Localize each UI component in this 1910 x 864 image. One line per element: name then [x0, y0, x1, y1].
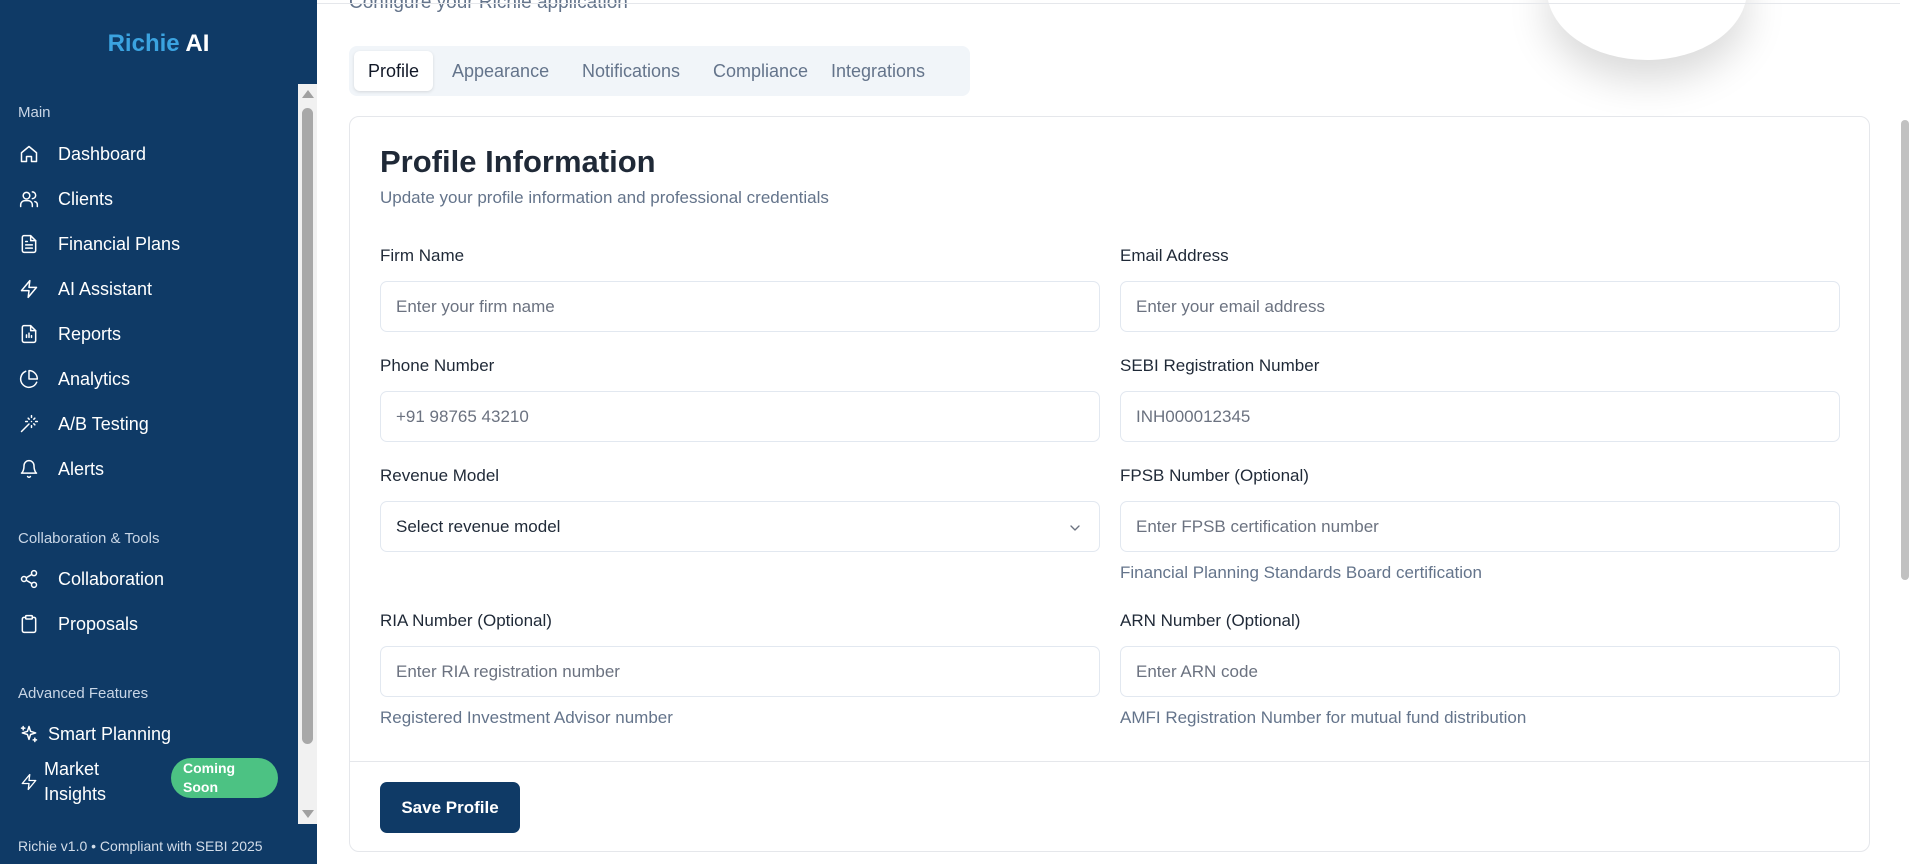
sidebar: Richie AI Main Dashboard Clients Financi…: [0, 0, 317, 864]
sidebar-item-label: Proposals: [58, 613, 139, 634]
sidebar-item-label: Smart Planning: [48, 723, 172, 744]
sebi-label: SEBI Registration Number: [1120, 356, 1320, 375]
revenue-model-value: Select revenue model: [396, 516, 561, 536]
sidebar-item-analytics[interactable]: Analytics: [0, 359, 298, 399]
section-label-main: Main: [18, 104, 51, 121]
firm-name-label: Firm Name: [380, 246, 465, 265]
sidebar-footer: Richie v1.0 • Compliant with SEBI 2025: [18, 838, 263, 854]
sidebar-item-proposals[interactable]: Proposals: [0, 604, 298, 644]
save-profile-button[interactable]: Save Profile: [380, 782, 520, 833]
floating-shadow: [1547, 0, 1747, 60]
main-scrollbar[interactable]: [1900, 0, 1910, 864]
email-label: Email Address: [1120, 246, 1229, 265]
pie-chart-icon: [18, 368, 40, 390]
tab-profile[interactable]: Profile: [354, 51, 434, 91]
profile-card: Profile Information Update your profile …: [349, 116, 1870, 852]
sidebar-item-label: Clients: [58, 188, 114, 209]
ria-help-text: Registered Investment Advisor number: [380, 708, 673, 727]
sidebar-item-label: Financial Plans: [58, 233, 181, 254]
card-description: Update your profile information and prof…: [380, 188, 829, 207]
coming-soon-badge: Coming Soon: [171, 758, 278, 798]
zap-icon: [18, 278, 40, 300]
home-icon: [18, 143, 40, 165]
brand-name: Richie: [107, 30, 180, 57]
scroll-up-icon[interactable]: [302, 90, 314, 98]
phone-input[interactable]: [380, 391, 1100, 442]
header-divider: [317, 3, 1910, 4]
tab-integrations[interactable]: Integrations: [817, 51, 939, 91]
bell-icon: [18, 458, 40, 480]
sidebar-item-reports[interactable]: Reports: [0, 314, 298, 354]
card-footer-divider: [350, 761, 1869, 762]
ria-input[interactable]: [380, 646, 1100, 697]
sparkles-icon: [18, 723, 40, 745]
sidebar-item-label: AI Assistant: [58, 278, 153, 299]
clipboard-icon: [18, 613, 40, 635]
sidebar-item-label: Dashboard: [58, 143, 147, 164]
brand-suffix: AI: [185, 30, 210, 57]
sidebar-item-label: A/B Testing: [58, 413, 149, 434]
sidebar-scrollbar[interactable]: [298, 84, 317, 824]
fpsb-input[interactable]: [1120, 501, 1840, 552]
section-label-advanced: Advanced Features: [18, 685, 149, 702]
sidebar-item-label: Collaboration: [58, 568, 165, 589]
firm-name-input[interactable]: [380, 281, 1100, 332]
sidebar-item-dashboard[interactable]: Dashboard: [0, 134, 298, 174]
sebi-input[interactable]: [1120, 391, 1840, 442]
sidebar-item-clients[interactable]: Clients: [0, 179, 298, 219]
file-chart-icon: [18, 323, 40, 345]
wand-icon: [18, 413, 40, 435]
chevron-down-icon: [1067, 520, 1083, 541]
zap-icon: [18, 771, 40, 793]
tab-notifications[interactable]: Notifications: [568, 51, 694, 91]
file-text-icon: [18, 233, 40, 255]
phone-label: Phone Number: [380, 356, 495, 375]
sidebar-item-financial-plans[interactable]: Financial Plans: [0, 224, 298, 264]
settings-tabs: Profile Appearance Notifications Complia…: [349, 46, 970, 96]
revenue-model-label: Revenue Model: [380, 466, 500, 485]
sidebar-item-collaboration[interactable]: Collaboration: [0, 559, 298, 599]
card-title: Profile Information: [380, 144, 656, 179]
sidebar-item-smart-planning[interactable]: Smart Planning: [0, 714, 298, 754]
scrollbar-thumb[interactable]: [302, 108, 313, 744]
ria-label: RIA Number (Optional): [380, 611, 552, 630]
fpsb-help-text: Financial Planning Standards Board certi…: [1120, 563, 1482, 582]
sidebar-item-ab-testing[interactable]: A/B Testing: [0, 404, 298, 444]
sidebar-item-label: Market Insights: [44, 759, 107, 804]
revenue-model-select[interactable]: Select revenue model: [380, 501, 1100, 552]
sidebar-item-alerts[interactable]: Alerts: [0, 449, 298, 489]
sidebar-item-label: Alerts: [58, 458, 105, 479]
arn-input[interactable]: [1120, 646, 1840, 697]
tab-appearance[interactable]: Appearance: [438, 51, 563, 91]
app-window: Richie AI Main Dashboard Clients Financi…: [0, 0, 1910, 864]
sidebar-item-label: Analytics: [58, 368, 131, 389]
fpsb-label: FPSB Number (Optional): [1120, 466, 1309, 485]
brand-logo[interactable]: Richie AI: [0, 30, 317, 58]
sidebar-nav: Main Dashboard Clients Financial Plans A…: [0, 84, 298, 824]
section-label-collaboration: Collaboration & Tools: [18, 530, 160, 547]
users-icon: [18, 188, 40, 210]
sidebar-item-label: Reports: [58, 323, 122, 344]
arn-label: ARN Number (Optional): [1120, 611, 1301, 630]
email-input[interactable]: [1120, 281, 1840, 332]
scroll-down-icon[interactable]: [302, 810, 314, 818]
tab-compliance[interactable]: Compliance: [699, 51, 822, 91]
share-icon: [18, 568, 40, 590]
main-content: Configure your Richie application Profil…: [317, 0, 1910, 864]
sidebar-item-ai-assistant[interactable]: AI Assistant: [0, 269, 298, 309]
arn-help-text: AMFI Registration Number for mutual fund…: [1120, 708, 1527, 727]
scrollbar-thumb[interactable]: [1901, 120, 1909, 580]
